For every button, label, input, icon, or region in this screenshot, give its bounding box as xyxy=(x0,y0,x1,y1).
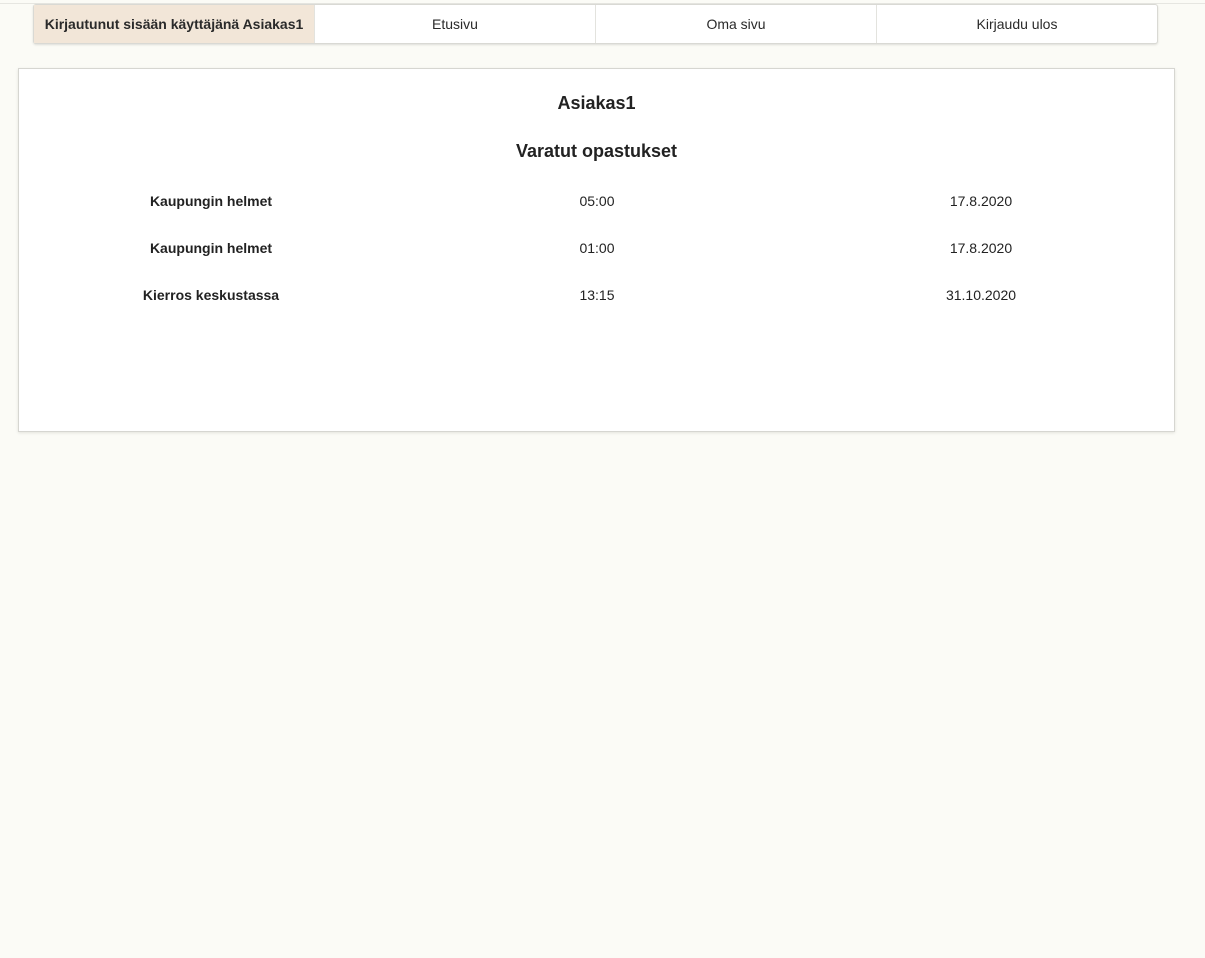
booking-tour-name: Kaupungin helmet xyxy=(149,193,273,209)
nav-link-logout[interactable]: Kirjaudu ulos xyxy=(877,5,1157,43)
booking-time: 05:00 xyxy=(579,193,615,209)
booking-row: Kaupungin helmet 05:00 17.8.2020 xyxy=(19,187,1174,234)
bookings-list: Kaupungin helmet 05:00 17.8.2020 Kaupung… xyxy=(19,187,1174,328)
profile-card: Asiakas1 Varatut opastukset Kaupungin he… xyxy=(18,68,1175,432)
nav-link-my-page[interactable]: Oma sivu xyxy=(596,5,877,43)
user-name-heading: Asiakas1 xyxy=(557,93,636,113)
bookings-heading: Varatut opastukset xyxy=(515,141,678,161)
logged-in-status: Kirjautunut sisään käyttäjänä Asiakas1 xyxy=(34,5,315,43)
booking-date: 31.10.2020 xyxy=(945,287,1017,303)
booking-row: Kierros keskustassa 13:15 31.10.2020 xyxy=(19,281,1174,328)
booking-date: 17.8.2020 xyxy=(949,240,1013,256)
nav-link-home[interactable]: Etusivu xyxy=(315,5,596,43)
top-navbar: Kirjautunut sisään käyttäjänä Asiakas1 E… xyxy=(33,4,1158,44)
booking-time: 13:15 xyxy=(579,287,615,303)
booking-time: 01:00 xyxy=(579,240,615,256)
booking-row: Kaupungin helmet 01:00 17.8.2020 xyxy=(19,234,1174,281)
booking-date: 17.8.2020 xyxy=(949,193,1013,209)
booking-tour-name: Kierros keskustassa xyxy=(142,287,280,303)
booking-tour-name: Kaupungin helmet xyxy=(149,240,273,256)
